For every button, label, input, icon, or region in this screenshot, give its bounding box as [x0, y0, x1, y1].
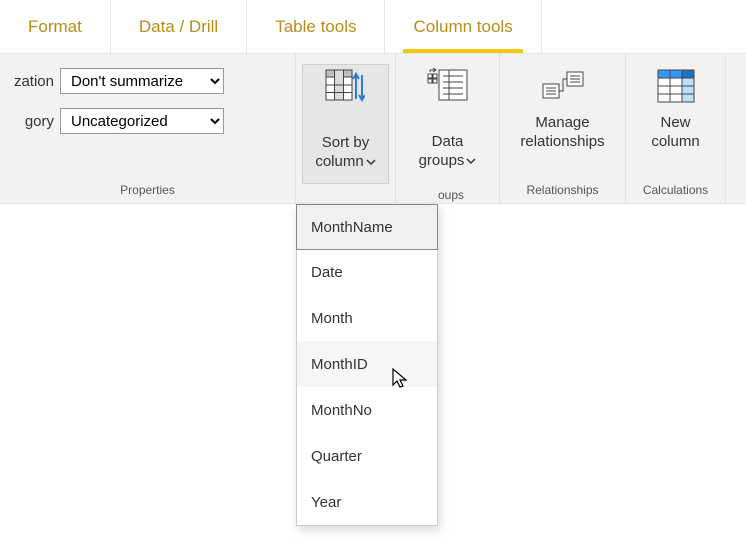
new-column-label: New column	[651, 114, 699, 152]
tab-data-drill[interactable]: Data / Drill	[111, 0, 247, 53]
manage-relationships-label: Manage relationships	[520, 114, 604, 152]
category-label: gory	[0, 113, 60, 130]
group-data-groups: Data groups	[396, 54, 500, 203]
data-groups-label: Data groups	[419, 114, 477, 170]
group-sort: Sort by column	[296, 54, 396, 203]
menu-item-monthno[interactable]: MonthNo	[297, 387, 437, 433]
groups-footer-fragment: oups	[438, 188, 464, 202]
summarization-label: zation	[0, 73, 60, 90]
sort-by-column-button[interactable]: Sort by column	[302, 64, 388, 184]
tab-format[interactable]: Format	[0, 0, 111, 53]
tab-column-tools[interactable]: Column tools	[385, 0, 541, 53]
group-relationships-footer: Relationships	[500, 183, 625, 197]
group-calculations: New column Calculations	[626, 54, 726, 203]
sort-icon	[323, 65, 367, 109]
new-column-button[interactable]: New column	[636, 64, 716, 184]
menu-item-date[interactable]: Date	[297, 249, 437, 295]
menu-item-month[interactable]: Month	[297, 295, 437, 341]
ribbon-tabs: Format Data / Drill Table tools Column t…	[0, 0, 746, 54]
data-groups-button[interactable]: Data groups	[407, 64, 489, 184]
menu-item-monthname[interactable]: MonthName	[296, 204, 438, 250]
ribbon: zation Don't summarize gory Uncategorize…	[0, 54, 746, 204]
menu-item-monthid[interactable]: MonthID	[297, 341, 437, 387]
group-relationships: Manage relationships Relationships	[500, 54, 626, 203]
summarization-select[interactable]: Don't summarize	[60, 68, 224, 94]
menu-item-quarter[interactable]: Quarter	[297, 433, 437, 479]
group-properties: zation Don't summarize gory Uncategorize…	[0, 54, 296, 203]
chevron-down-icon	[466, 152, 476, 171]
group-properties-footer: Properties	[0, 183, 295, 197]
chevron-down-icon	[366, 153, 376, 172]
data-groups-icon	[426, 64, 470, 108]
manage-relationships-button[interactable]: Manage relationships	[508, 64, 616, 184]
group-calculations-footer: Calculations	[626, 183, 725, 197]
sort-by-column-menu: MonthName Date Month MonthID MonthNo Qua…	[296, 204, 438, 526]
menu-item-year[interactable]: Year	[297, 479, 437, 525]
relationships-icon	[541, 64, 585, 108]
sort-by-column-label: Sort by column	[315, 115, 375, 171]
tab-table-tools[interactable]: Table tools	[247, 0, 385, 53]
category-select[interactable]: Uncategorized	[60, 108, 224, 134]
mouse-cursor-icon	[392, 368, 412, 395]
new-column-icon	[654, 64, 698, 108]
